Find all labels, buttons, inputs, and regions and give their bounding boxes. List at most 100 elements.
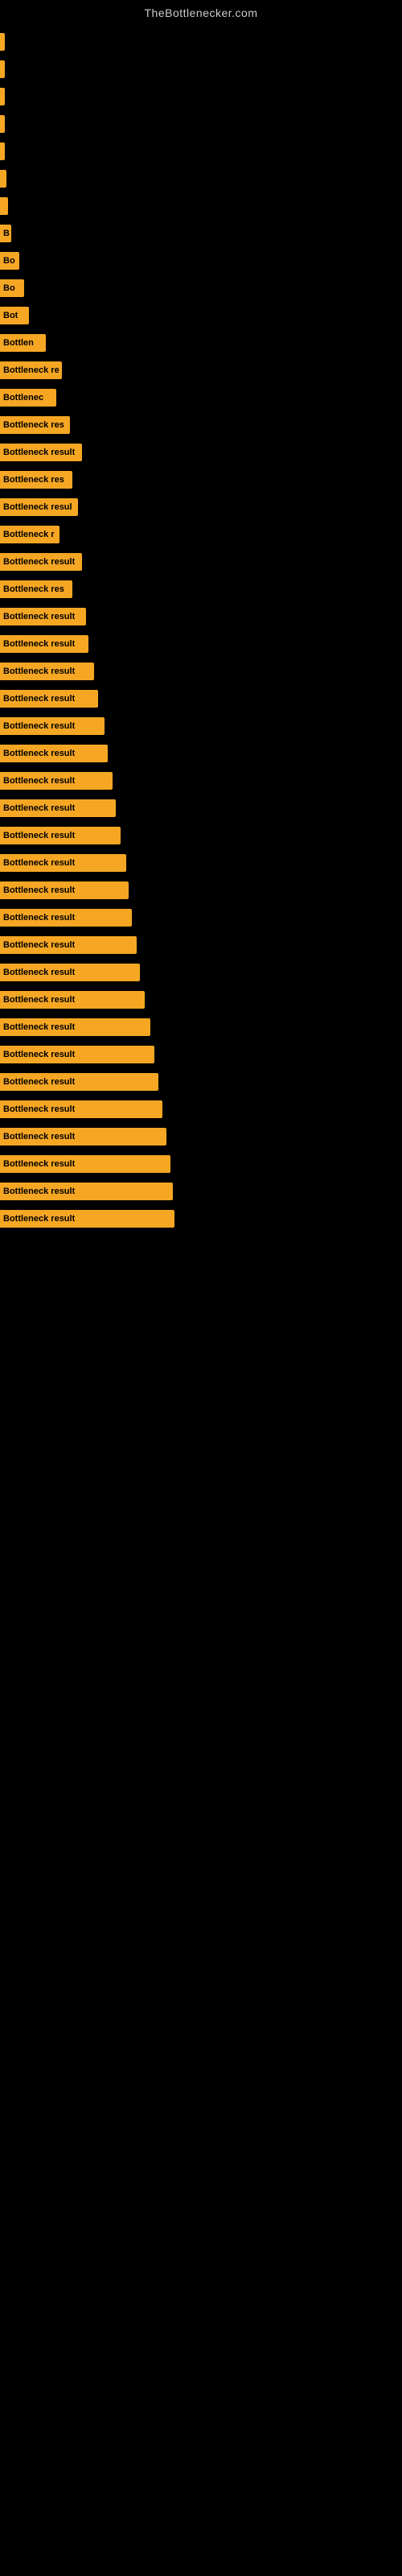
bar-label: Bottleneck result bbox=[3, 639, 75, 649]
bar-row: Bottleneck res bbox=[0, 469, 402, 491]
bar[interactable]: Bottleneck result bbox=[0, 717, 105, 735]
bar-row: Bottleneck result bbox=[0, 824, 402, 847]
bar-row: Bottleneck result bbox=[0, 660, 402, 683]
bar[interactable] bbox=[0, 170, 6, 188]
bar-label: Bottleneck result bbox=[3, 694, 75, 704]
bar-row: Bottleneck result bbox=[0, 633, 402, 655]
bar-row: Bottleneck result bbox=[0, 715, 402, 737]
bar-label: Bottleneck result bbox=[3, 995, 75, 1005]
bar[interactable]: Bottleneck res bbox=[0, 580, 72, 598]
bar-row: Bottlenec bbox=[0, 386, 402, 409]
bar-row: Bottleneck res bbox=[0, 414, 402, 436]
bar-row: Bottleneck result bbox=[0, 1071, 402, 1093]
bar-label: Bottleneck result bbox=[3, 667, 75, 676]
bar[interactable]: Bottleneck result bbox=[0, 1100, 162, 1118]
bar[interactable]: Bottleneck r bbox=[0, 526, 59, 543]
bar[interactable]: Bottleneck result bbox=[0, 1046, 154, 1063]
site-title: TheBottlenecker.com bbox=[0, 0, 402, 23]
bar[interactable]: Bottlenec bbox=[0, 389, 56, 407]
bar[interactable]: Bottleneck result bbox=[0, 827, 121, 844]
bar-label: Bottleneck result bbox=[3, 886, 75, 895]
bar-row bbox=[0, 31, 402, 53]
bar-row: Bottleneck result bbox=[0, 551, 402, 573]
bar[interactable]: Bottleneck result bbox=[0, 881, 129, 899]
bar[interactable]: Bottleneck result bbox=[0, 772, 113, 790]
bar-row: Bottleneck result bbox=[0, 989, 402, 1011]
bar-row: Bottleneck resul bbox=[0, 496, 402, 518]
bar[interactable] bbox=[0, 88, 5, 105]
bar[interactable]: Bo bbox=[0, 252, 19, 270]
bar[interactable]: Bottleneck result bbox=[0, 1155, 170, 1173]
bar[interactable]: Bottleneck result bbox=[0, 635, 88, 653]
bar[interactable]: Bottleneck res bbox=[0, 471, 72, 489]
bar[interactable]: Bottleneck result bbox=[0, 444, 82, 461]
bar-label: Bo bbox=[3, 283, 15, 293]
bar-row bbox=[0, 167, 402, 190]
bar-label: Bottleneck result bbox=[3, 749, 75, 758]
bar-row: Bo bbox=[0, 277, 402, 299]
bar[interactable]: Bo bbox=[0, 279, 24, 297]
bar[interactable]: Bottlen bbox=[0, 334, 46, 352]
bar[interactable] bbox=[0, 142, 5, 160]
bar-label: Bottlen bbox=[3, 338, 34, 348]
bar-label: Bottleneck result bbox=[3, 968, 75, 977]
bar[interactable]: Bottleneck result bbox=[0, 991, 145, 1009]
bar-row: Bot bbox=[0, 304, 402, 327]
bar-label: B bbox=[3, 229, 10, 238]
bar[interactable]: Bottleneck result bbox=[0, 1018, 150, 1036]
bar-label: Bottleneck res bbox=[3, 475, 64, 485]
bar[interactable] bbox=[0, 197, 8, 215]
bar-row: B bbox=[0, 222, 402, 245]
bar-row: Bottleneck r bbox=[0, 523, 402, 546]
bar-label: Bot bbox=[3, 311, 18, 320]
bar-row: Bottleneck result bbox=[0, 1208, 402, 1230]
bar[interactable]: Bottleneck result bbox=[0, 553, 82, 571]
bar-label: Bottleneck result bbox=[3, 1022, 75, 1032]
bar-label: Bottleneck r bbox=[3, 530, 55, 539]
bar-row bbox=[0, 195, 402, 217]
bar[interactable]: Bottleneck resul bbox=[0, 498, 78, 516]
bar-label: Bottleneck result bbox=[3, 1159, 75, 1169]
bar-row: Bottleneck re bbox=[0, 359, 402, 382]
bar[interactable] bbox=[0, 60, 5, 78]
bar-label: Bottleneck result bbox=[3, 557, 75, 567]
bar-row bbox=[0, 140, 402, 163]
bar[interactable]: Bottleneck result bbox=[0, 608, 86, 625]
bar[interactable]: Bottleneck result bbox=[0, 1183, 173, 1200]
bar[interactable]: Bottleneck result bbox=[0, 854, 126, 872]
bar[interactable]: Bottleneck result bbox=[0, 909, 132, 927]
bar-label: Bottleneck res bbox=[3, 420, 64, 430]
bar-label: Bottlenec bbox=[3, 393, 43, 402]
bar[interactable]: Bottleneck result bbox=[0, 1073, 158, 1091]
bar-label: Bottleneck result bbox=[3, 721, 75, 731]
bar[interactable]: Bottleneck res bbox=[0, 416, 70, 434]
bar[interactable]: Bottleneck result bbox=[0, 690, 98, 708]
bar-label: Bottleneck re bbox=[3, 365, 59, 375]
bar[interactable]: Bottleneck result bbox=[0, 799, 116, 817]
bar-row bbox=[0, 58, 402, 80]
bar-label: Bottleneck res bbox=[3, 584, 64, 594]
bar-label: Bo bbox=[3, 256, 15, 266]
bar[interactable]: Bottleneck re bbox=[0, 361, 62, 379]
bar[interactable]: Bottleneck result bbox=[0, 663, 94, 680]
bar-label: Bottleneck result bbox=[3, 803, 75, 813]
bar[interactable]: Bottleneck result bbox=[0, 964, 140, 981]
bar-label: Bottleneck result bbox=[3, 1214, 75, 1224]
bars-container: B Bo Bo Bot Bottlen Bottleneck re Bottlenec Bot… bbox=[0, 23, 402, 1235]
bar[interactable]: Bottleneck result bbox=[0, 936, 137, 954]
bar-row: Bottleneck result bbox=[0, 879, 402, 902]
bar-label: Bottleneck result bbox=[3, 831, 75, 840]
bar-row: Bottleneck result bbox=[0, 1153, 402, 1175]
bar-label: Bottleneck result bbox=[3, 858, 75, 868]
bar-row: Bottleneck result bbox=[0, 605, 402, 628]
bar-row bbox=[0, 85, 402, 108]
bar[interactable]: Bot bbox=[0, 307, 29, 324]
bar-row: Bottleneck result bbox=[0, 1180, 402, 1203]
bar[interactable] bbox=[0, 33, 5, 51]
bar-row: Bottleneck result bbox=[0, 1043, 402, 1066]
bar[interactable]: Bottleneck result bbox=[0, 1210, 174, 1228]
bar[interactable] bbox=[0, 115, 5, 133]
bar[interactable]: Bottleneck result bbox=[0, 1128, 166, 1146]
bar[interactable]: B bbox=[0, 225, 11, 242]
bar[interactable]: Bottleneck result bbox=[0, 745, 108, 762]
